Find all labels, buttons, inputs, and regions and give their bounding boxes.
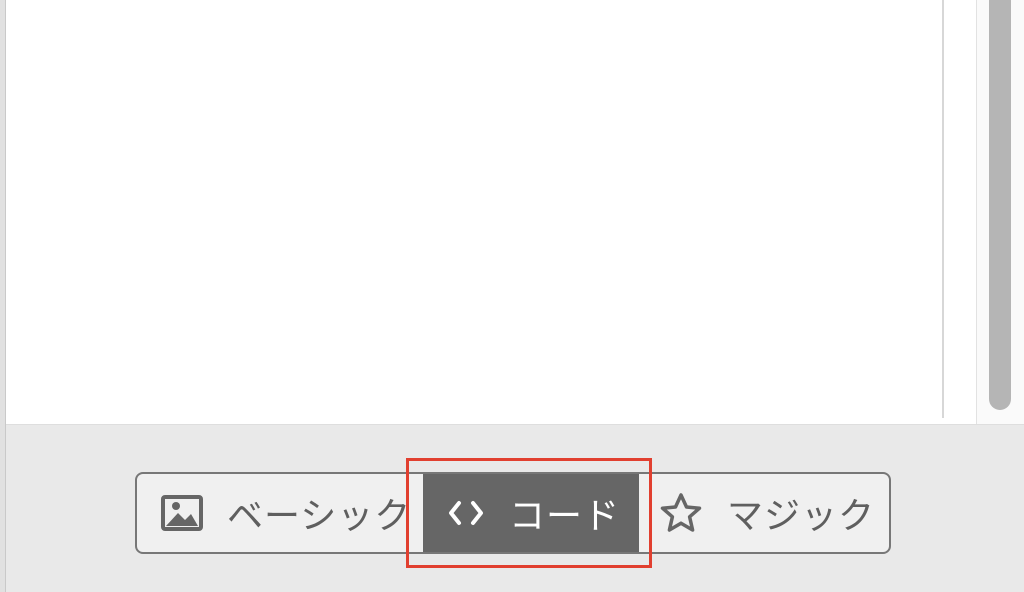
content-divider: [942, 0, 944, 418]
selection-highlight: [406, 458, 652, 568]
image-icon: [161, 495, 203, 531]
magic-mode-button[interactable]: マジック: [639, 474, 889, 552]
basic-mode-button[interactable]: ベーシック: [137, 474, 423, 552]
app-window: ベーシック コード マジック: [0, 0, 1024, 592]
scrollbar-thumb[interactable]: [989, 0, 1011, 410]
star-icon: [659, 492, 703, 534]
basic-mode-label: ベーシック: [227, 496, 412, 537]
content-panel: [6, 0, 976, 424]
magic-mode-label: マジック: [727, 496, 876, 537]
